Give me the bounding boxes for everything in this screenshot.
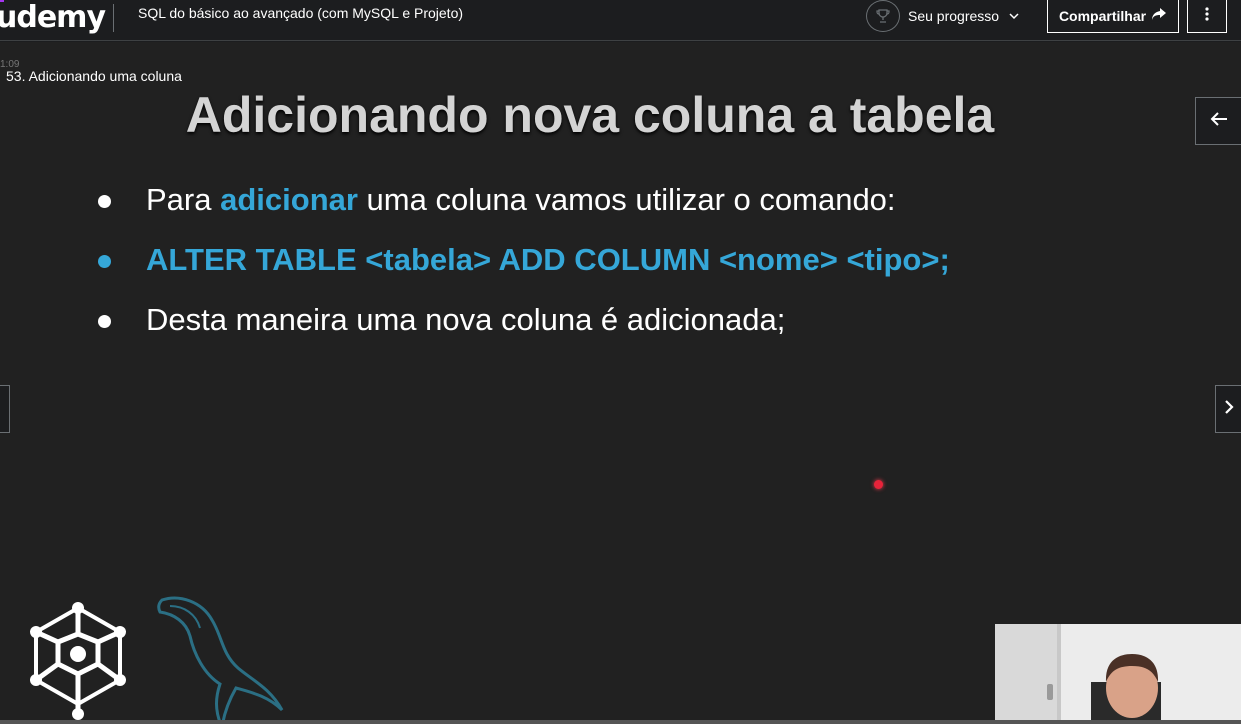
- slide-bullet: Para adicionar uma coluna vamos utilizar…: [96, 182, 950, 242]
- logo-text: udemy: [0, 0, 106, 35]
- bullet-dot: [98, 315, 111, 328]
- hexagon-network-logo-icon: [30, 602, 126, 720]
- instructor-webcam: [995, 624, 1241, 724]
- share-arrow-icon: [1151, 7, 1167, 24]
- previous-lecture-button[interactable]: [0, 385, 10, 433]
- arrow-left-icon: [1210, 111, 1228, 132]
- laser-pointer-dot: [874, 480, 883, 489]
- udemy-logo[interactable]: udemy: [0, 0, 106, 35]
- header-divider: [113, 4, 114, 32]
- chevron-right-icon: [1224, 399, 1234, 420]
- bullet-text: uma coluna vamos utilizar o comando:: [357, 182, 896, 217]
- progress-label: Seu progresso: [908, 8, 1000, 24]
- course-title[interactable]: SQL do básico ao avançado (com MySQL e P…: [138, 5, 463, 21]
- lecture-title: 53. Adicionando uma coluna: [6, 68, 182, 84]
- progress-dropdown[interactable]: Seu progresso: [866, 0, 1019, 32]
- sql-command-text: ALTER TABLE <tabela> ADD COLUMN <nome> <…: [146, 242, 950, 277]
- bullet-text: Desta maneira uma nova coluna é adiciona…: [146, 302, 786, 337]
- chevron-down-icon: [1009, 9, 1019, 23]
- bullet-text: Para: [146, 182, 221, 217]
- back-button[interactable]: [1195, 97, 1241, 145]
- logo-accent: [0, 0, 4, 2]
- slide-title: Adicionando nova coluna a tabela: [185, 87, 995, 143]
- trophy-icon: [866, 0, 900, 32]
- next-lecture-button[interactable]: [1215, 385, 1241, 433]
- slide-bullet-list: Para adicionar uma coluna vamos utilizar…: [96, 182, 950, 362]
- top-bar: udemy SQL do básico ao avançado (com MyS…: [0, 0, 1241, 41]
- mysql-dolphin-logo-icon: [157, 596, 284, 724]
- more-options-button[interactable]: [1187, 0, 1227, 33]
- slide-bullet: Desta maneira uma nova coluna é adiciona…: [96, 302, 950, 362]
- bullet-highlight: adicionar: [220, 182, 358, 217]
- slide-bullet-command: ALTER TABLE <tabela> ADD COLUMN <nome> <…: [96, 242, 950, 302]
- bullet-dot: [98, 255, 111, 268]
- more-vertical-icon: [1205, 7, 1209, 24]
- share-button[interactable]: Compartilhar: [1047, 0, 1179, 33]
- bullet-dot: [98, 195, 111, 208]
- video-progress-bar[interactable]: [0, 720, 1241, 724]
- video-player[interactable]: 1:09 53. Adicionando uma coluna Adiciona…: [0, 42, 1241, 724]
- share-label: Compartilhar: [1058, 7, 1147, 24]
